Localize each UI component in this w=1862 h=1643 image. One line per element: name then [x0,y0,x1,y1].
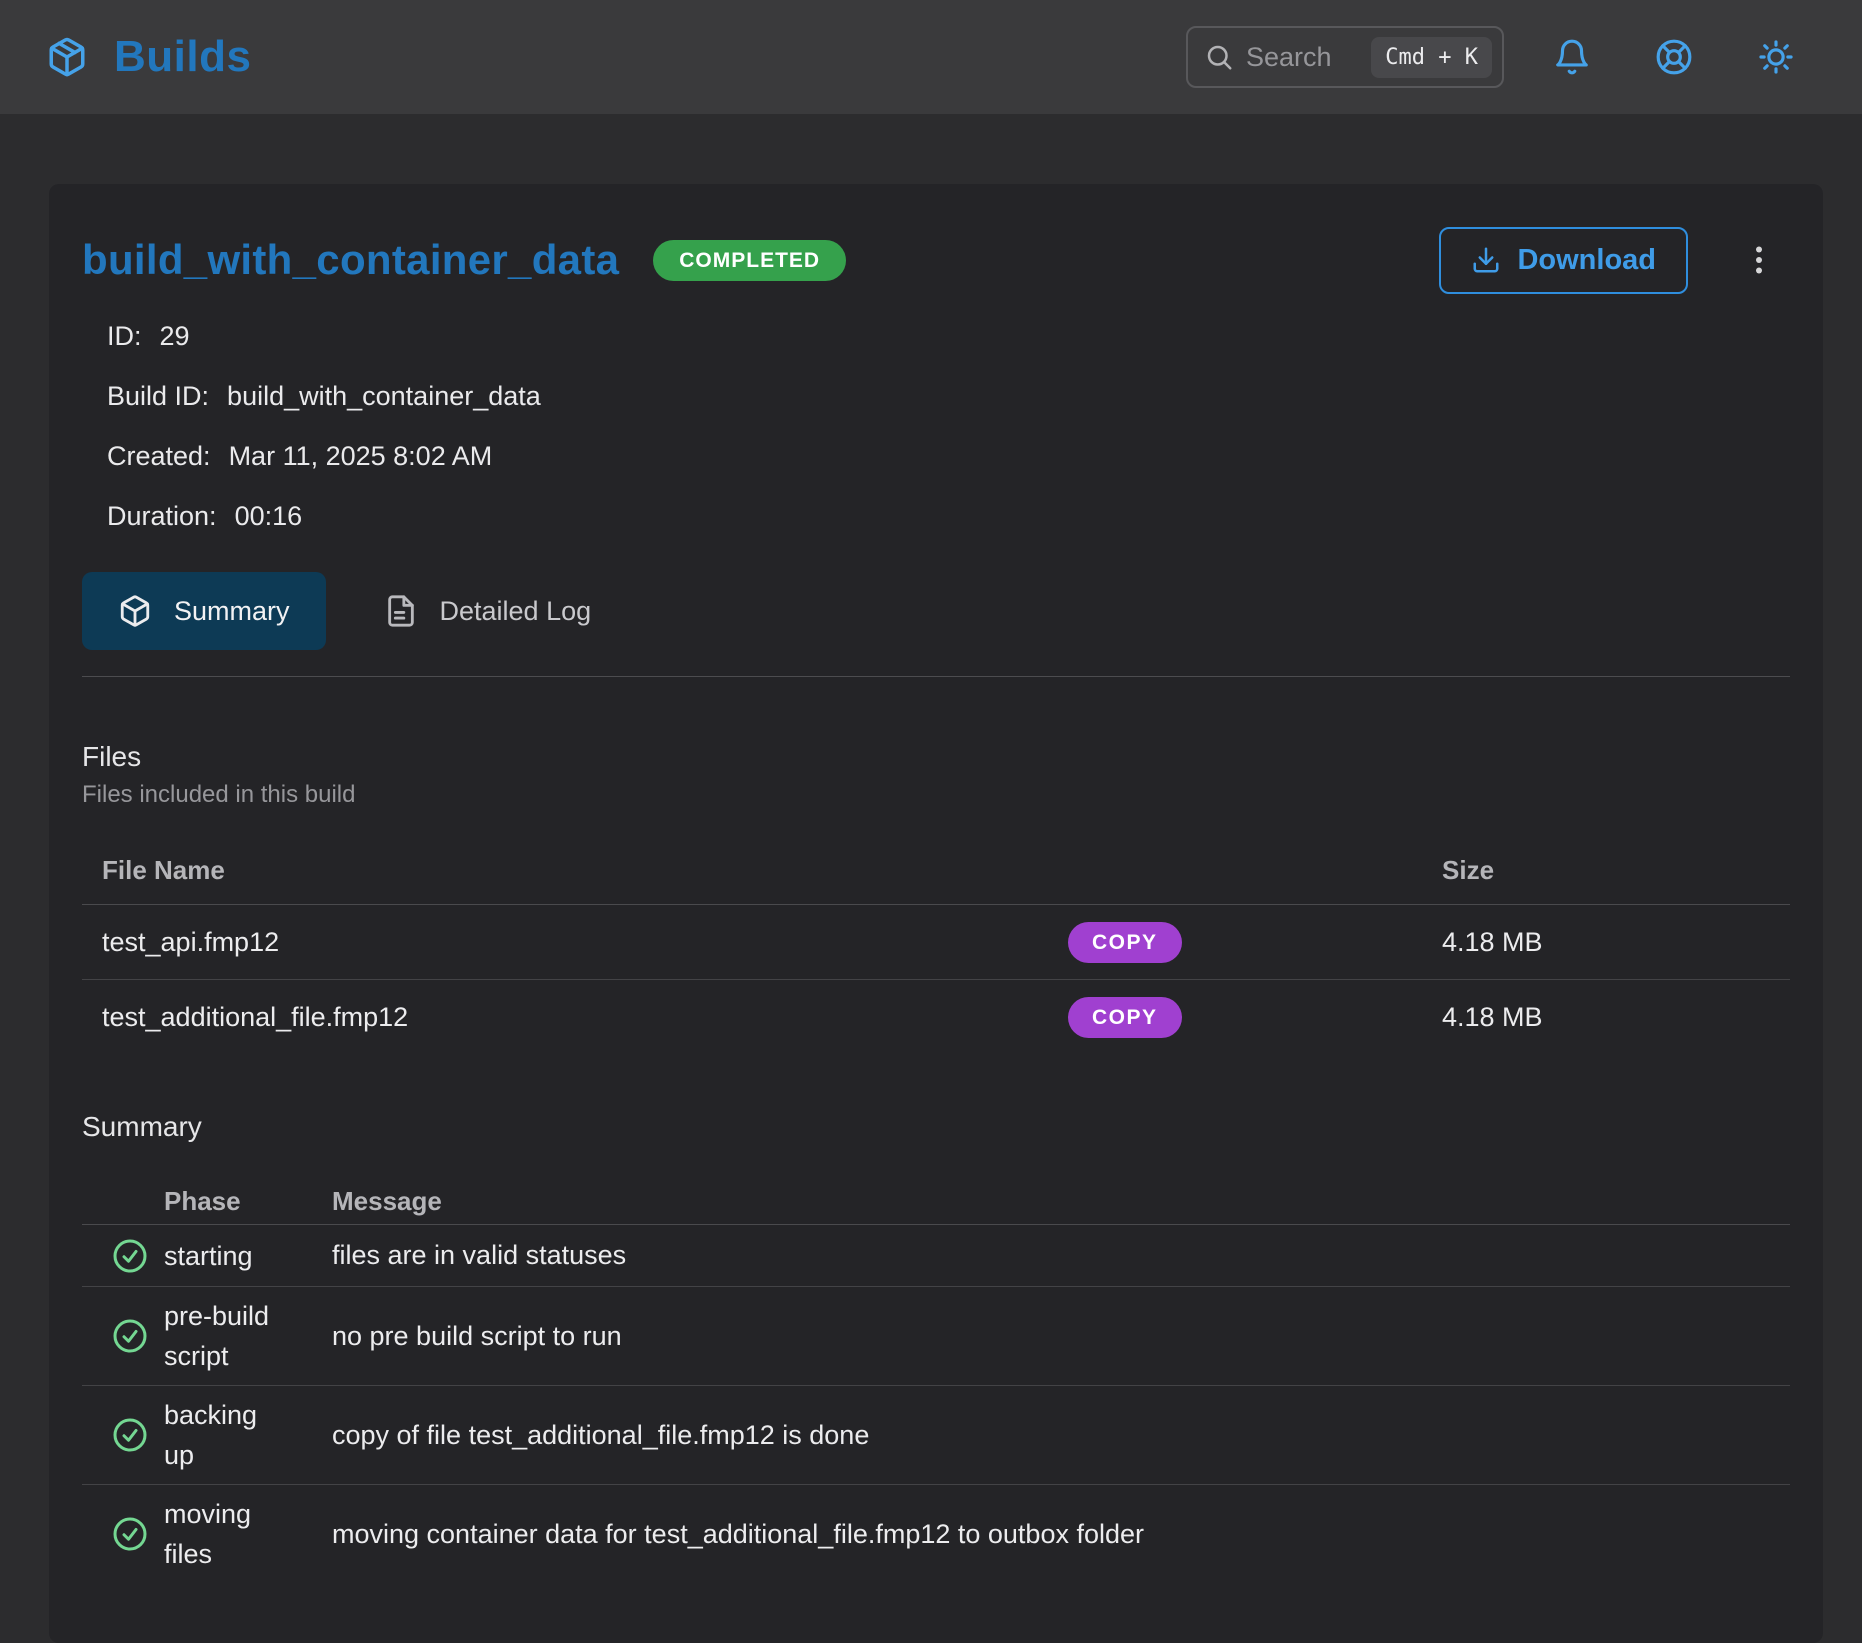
phase-label: starting [164,1236,332,1276]
meta-id: ID: 29 [107,306,1790,366]
table-row: moving files moving container data for t… [82,1485,1790,1583]
sun-icon [1757,38,1795,76]
meta-build-id: Build ID: build_with_container_data [107,366,1790,426]
meta-value: build_with_container_data [227,381,541,412]
table-row: test_additional_file.fmp12 COPY 4.18 MB [82,980,1790,1055]
files-section: Files Files included in this build File … [82,741,1790,1055]
files-heading: Files [82,741,1790,773]
tab-summary[interactable]: Summary [82,572,326,650]
tab-label: Summary [174,596,290,627]
theme-toggle-button[interactable] [1756,37,1796,77]
build-tabs: Summary Detailed Log [82,572,1790,650]
summary-table: Phase Message starting files are in vali… [82,1179,1790,1583]
table-row: test_api.fmp12 COPY 4.18 MB [82,905,1790,980]
table-row: backing up copy of file test_additional_… [82,1386,1790,1485]
phase-label: moving files [164,1494,332,1574]
download-label: Download [1517,244,1656,277]
column-size: Size [1442,855,1494,886]
file-name: test_additional_file.fmp12 [102,1002,408,1033]
search-bar[interactable]: Cmd + K [1186,26,1504,88]
notifications-button[interactable] [1552,37,1592,77]
column-message: Message [332,1186,1790,1217]
copy-button[interactable]: COPY [1068,922,1182,963]
check-circle-icon [112,1238,148,1274]
file-name: test_api.fmp12 [102,927,279,958]
meta-label: Build ID: [107,381,209,412]
check-circle-icon [112,1516,148,1552]
summary-table-header: Phase Message [82,1179,1790,1225]
file-size: 4.18 MB [1442,927,1543,958]
phase-message: moving container data for test_additiona… [332,1519,1790,1550]
meta-duration: Duration: 00:16 [107,486,1790,546]
search-shortcut-badge: Cmd + K [1371,37,1492,78]
tabs-divider [82,676,1790,677]
download-button[interactable]: Download [1439,227,1688,294]
bell-icon [1553,38,1591,76]
download-icon [1471,245,1501,275]
copy-button[interactable]: COPY [1068,997,1182,1038]
check-circle-icon [112,1318,148,1354]
meta-value: Mar 11, 2025 8:02 AM [229,441,493,472]
table-row: pre-build script no pre build script to … [82,1287,1790,1386]
box-icon [118,594,152,628]
files-subheading: Files included in this build [82,781,1790,809]
column-file-name: File Name [102,855,225,885]
help-button[interactable] [1654,37,1694,77]
check-circle-icon [112,1417,148,1453]
column-phase: Phase [164,1186,332,1217]
phase-message: copy of file test_additional_file.fmp12 … [332,1420,1790,1451]
phase-message: files are in valid statuses [332,1240,1790,1271]
files-table-header: File Name Size [82,855,1790,905]
kebab-icon [1741,242,1777,278]
files-table: File Name Size test_api.fmp12 COPY 4.18 … [82,855,1790,1055]
meta-label: Created: [107,441,211,472]
meta-label: Duration: [107,501,217,532]
tab-label: Detailed Log [440,596,592,627]
life-buoy-icon [1655,38,1693,76]
meta-created: Created: Mar 11, 2025 8:02 AM [107,426,1790,486]
search-icon [1204,42,1234,72]
meta-value: 00:16 [235,501,303,532]
phase-label: pre-build script [164,1296,332,1376]
phase-message: no pre build script to run [332,1321,1790,1352]
more-actions-button[interactable] [1738,236,1780,284]
phase-label: backing up [164,1395,332,1475]
table-row: starting files are in valid statuses [82,1225,1790,1287]
file-text-icon [384,594,418,628]
app-logo: Builds [46,32,251,82]
meta-value: 29 [160,321,190,352]
build-detail-card: build_with_container_data COMPLETED Down… [49,184,1823,1643]
build-title: build_with_container_data [82,236,619,284]
build-meta: ID: 29 Build ID: build_with_container_da… [82,306,1790,546]
search-input[interactable] [1246,42,1359,73]
file-size: 4.18 MB [1442,1002,1543,1033]
status-badge: COMPLETED [653,240,846,281]
summary-section: Summary Phase Message starting files are… [82,1111,1790,1583]
app-header: Builds Cmd + K [0,0,1862,114]
tab-detailed-log[interactable]: Detailed Log [348,572,628,650]
app-title: Builds [114,32,251,82]
summary-heading: Summary [82,1111,1790,1143]
meta-label: ID: [107,321,142,352]
package-icon [46,36,88,78]
